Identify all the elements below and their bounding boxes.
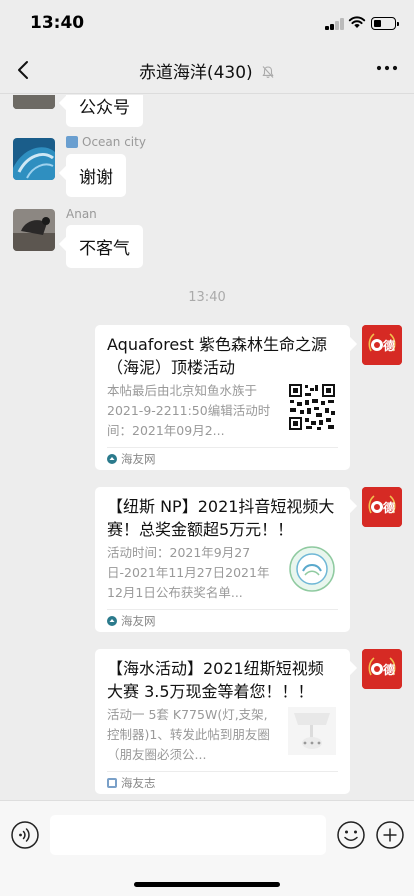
- card-divider: [107, 609, 338, 610]
- link-card[interactable]: 【海水活动】2021纽斯短视频大赛 3.5万现金等着您！！！ 活动一 5套 K7…: [95, 649, 350, 794]
- avatar[interactable]: [13, 209, 55, 251]
- link-card[interactable]: 【纽斯 NP】2021抖音短视频大赛！总奖金额超5万元！！ 活动时间：2021年…: [95, 487, 350, 632]
- qr-code-thumbnail: [288, 383, 336, 431]
- round-logo-thumbnail: [288, 545, 336, 593]
- card-title: 【纽斯 NP】2021抖音短视频大赛！总奖金额超5万元！！: [107, 497, 335, 539]
- message-bubble[interactable]: 公众号: [66, 95, 143, 127]
- battery-fill: [374, 20, 382, 27]
- nav-bar: 赤道海洋(430): [0, 48, 414, 94]
- avatar[interactable]: [13, 138, 55, 180]
- card-divider: [107, 447, 338, 448]
- card-source: 海友网: [107, 613, 156, 629]
- sender-avatar[interactable]: 德: [362, 325, 402, 365]
- message-text: 不客气: [79, 239, 130, 259]
- sender-avatar[interactable]: 德: [362, 649, 402, 689]
- message-bubble[interactable]: 谢谢: [66, 154, 126, 197]
- card-avatar-text: 德: [383, 338, 395, 353]
- plus-icon[interactable]: [375, 820, 405, 850]
- card-title: Aquaforest 紫色森林生命之源（海泥）顶楼活动: [107, 335, 327, 377]
- chat-title: 赤道海洋(430): [0, 58, 414, 83]
- source-icon: [107, 454, 117, 464]
- avatar[interactable]: [13, 95, 55, 109]
- card-description: 本帖最后由北京知鱼水族于2021-9-2211:50编辑活动时间：2021年09…: [107, 383, 271, 438]
- mute-icon: [262, 66, 274, 78]
- source-icon: [107, 616, 117, 626]
- message-text: 公众号: [79, 98, 130, 118]
- sender-badge-icon: [66, 136, 78, 148]
- source-icon: [107, 778, 117, 788]
- message-bubble[interactable]: 不客气: [66, 225, 143, 268]
- emoji-icon[interactable]: [336, 820, 366, 850]
- signal-icon: [325, 18, 344, 30]
- card-divider: [107, 771, 338, 772]
- card-source-text: 海友网: [121, 614, 156, 628]
- card-description: 活动一 5套 K775W(灯,支架,控制器)1、转发此帖到朋友圈（朋友圈必须公.…: [107, 707, 270, 762]
- sender-name: Ocean city: [66, 135, 146, 149]
- message-text: 谢谢: [79, 168, 113, 188]
- link-card[interactable]: Aquaforest 紫色森林生命之源（海泥）顶楼活动 本帖最后由北京知鱼水族于…: [95, 325, 350, 470]
- card-title: 【海水活动】2021纽斯短视频大赛 3.5万现金等着您！！！: [107, 659, 324, 701]
- status-time: 13:40: [30, 13, 85, 33]
- more-icon[interactable]: [376, 64, 398, 72]
- voice-icon[interactable]: [10, 820, 40, 850]
- message-input[interactable]: [50, 815, 326, 855]
- card-source: 海友网: [107, 451, 156, 467]
- battery-icon: [371, 17, 399, 30]
- status-bar: 13:40: [0, 0, 414, 48]
- sender-name-text: Anan: [66, 207, 97, 221]
- card-avatar-text: 德: [383, 662, 395, 677]
- card-avatar-text: 德: [383, 500, 395, 515]
- chat-area[interactable]: 公众号 Ocean city 谢谢 Anan 不客气 13:40 Aquafor…: [0, 95, 414, 800]
- chat-title-text: 赤道海洋(430): [138, 63, 253, 83]
- card-description: 活动时间：2021年9月27日-2021年11月27日2021年12月1日公布获…: [107, 545, 270, 600]
- card-source-text: 海友志: [121, 776, 156, 790]
- card-source-text: 海友网: [121, 452, 156, 466]
- card-source: 海友志: [107, 775, 156, 791]
- wifi-icon: [348, 16, 366, 28]
- timestamp: 13:40: [188, 290, 226, 305]
- sender-avatar[interactable]: 德: [362, 487, 402, 527]
- sender-name-text: Ocean city: [82, 135, 146, 149]
- product-thumbnail: [288, 707, 336, 755]
- sender-name: Anan: [66, 207, 97, 221]
- home-indicator[interactable]: [134, 882, 280, 887]
